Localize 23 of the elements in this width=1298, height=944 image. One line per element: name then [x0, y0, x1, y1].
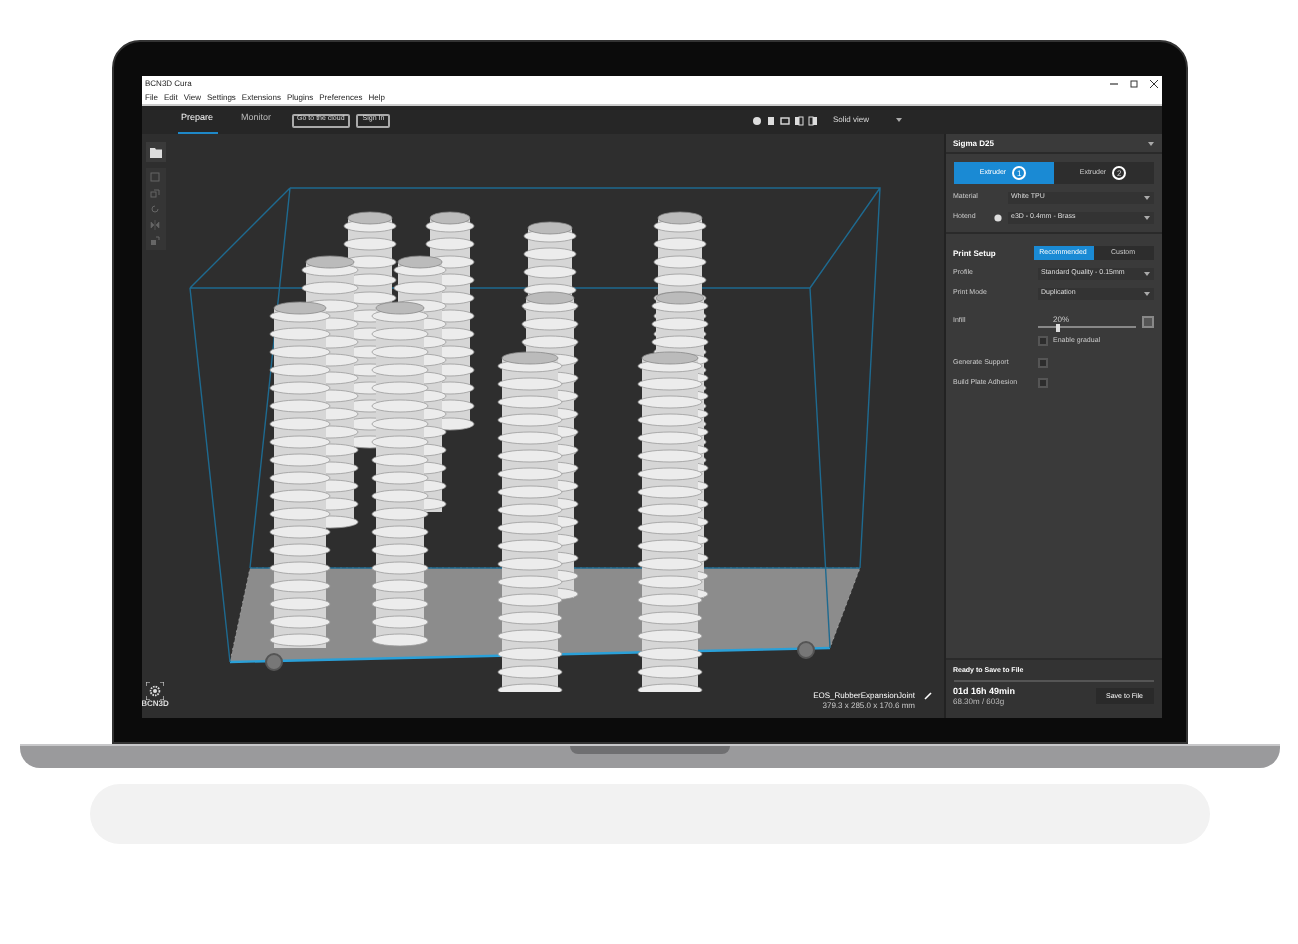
- caret-icon: [895, 118, 901, 122]
- checkbox[interactable]: [1037, 378, 1047, 388]
- caret-icon: [1147, 141, 1153, 145]
- open-file-button[interactable]: [145, 142, 165, 162]
- checkbox[interactable]: [1037, 336, 1047, 346]
- view-left-icon[interactable]: [793, 115, 803, 125]
- folder-icon: [149, 147, 161, 157]
- info-icon: [993, 214, 1001, 222]
- minimize-icon[interactable]: [1109, 80, 1117, 88]
- caret-icon: [1143, 216, 1149, 220]
- caret-icon: [1143, 196, 1149, 200]
- caret-icon: [1143, 292, 1149, 296]
- gear-logo-icon: [146, 682, 164, 700]
- view-right-icon[interactable]: [807, 115, 817, 125]
- maximize-icon[interactable]: [1129, 80, 1137, 88]
- pencil-icon[interactable]: [923, 692, 931, 700]
- checkbox[interactable]: [1037, 358, 1047, 368]
- slider-thumb[interactable]: [1056, 323, 1061, 331]
- view-front-icon[interactable]: [765, 115, 775, 125]
- caret-icon: [1143, 272, 1149, 276]
- close-icon[interactable]: [1149, 80, 1157, 88]
- infill-icon: [1141, 316, 1153, 328]
- view-top-icon[interactable]: [779, 115, 789, 125]
